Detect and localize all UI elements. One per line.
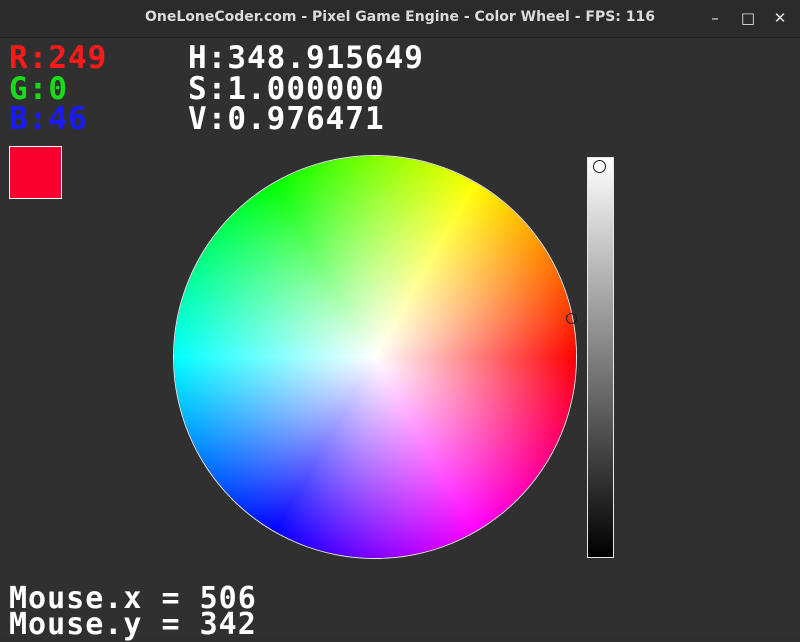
mouse-y-readout: Mouse.y = 342	[9, 607, 257, 642]
value-slider[interactable]	[587, 157, 614, 558]
hue-readout: H:348.915649	[188, 40, 424, 76]
close-icon[interactable]: ✕	[770, 8, 790, 28]
window-title: OneLoneCoder.com - Pixel Game Engine - C…	[144, 9, 656, 25]
maximize-icon[interactable]: □	[738, 8, 758, 28]
value-slider-handle[interactable]	[593, 160, 606, 173]
red-readout: R:249	[9, 40, 108, 76]
window-titlebar[interactable]: OneLoneCoder.com - Pixel Game Engine - C…	[0, 0, 800, 38]
value-readout: V:0.976471	[188, 101, 385, 137]
app-canvas[interactable]: R:249 G:0 B:46 H:348.915649 S:1.000000 V…	[0, 38, 800, 642]
minimize-icon[interactable]: –	[705, 8, 725, 28]
color-wheel[interactable]	[174, 156, 576, 558]
blue-readout: B:46	[9, 101, 88, 137]
selected-color-swatch	[9, 146, 62, 199]
wheel-selection-marker[interactable]	[566, 313, 577, 324]
